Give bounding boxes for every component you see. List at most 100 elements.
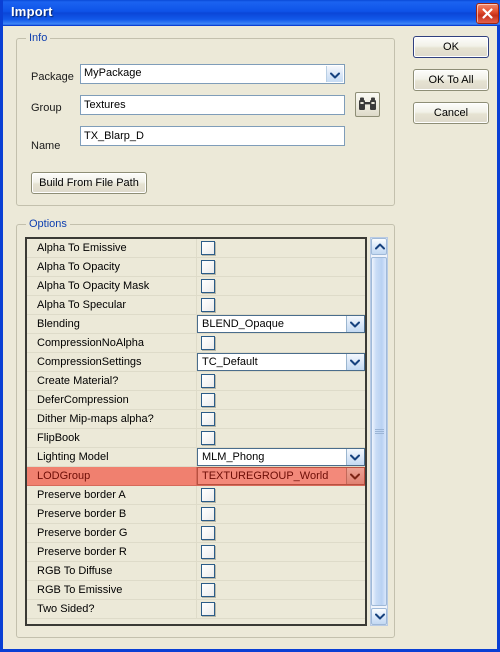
property-value-cell[interactable]	[197, 239, 365, 258]
property-combo[interactable]: TEXTUREGROUP_World	[197, 467, 365, 485]
property-checkbox[interactable]	[201, 564, 215, 578]
close-x-icon	[482, 8, 493, 19]
property-row[interactable]: Dither Mip-maps alpha?	[27, 410, 365, 429]
property-combo-dropdown-button[interactable]	[346, 354, 364, 370]
property-checkbox[interactable]	[201, 583, 215, 597]
property-value-cell[interactable]	[197, 486, 365, 505]
property-value-cell[interactable]: BLEND_Opaque	[197, 315, 365, 334]
package-dropdown-button[interactable]	[326, 66, 343, 82]
group-input[interactable]: Textures	[80, 95, 345, 115]
cancel-label: Cancel	[433, 107, 469, 119]
property-row[interactable]: Two Sided?	[27, 600, 365, 619]
cancel-button[interactable]: Cancel	[413, 102, 489, 124]
property-combo[interactable]: MLM_Phong	[197, 448, 365, 466]
property-checkbox[interactable]	[201, 336, 215, 350]
property-name-label: Preserve border R	[37, 546, 127, 558]
property-checkbox[interactable]	[201, 602, 215, 616]
property-combo[interactable]: BLEND_Opaque	[197, 315, 365, 333]
property-row[interactable]: Alpha To Emissive	[27, 239, 365, 258]
package-value: MyPackage	[84, 67, 142, 79]
options-property-grid[interactable]: Alpha To Emissive Alpha To Opacity Alpha T…	[25, 237, 367, 626]
property-value-cell[interactable]	[197, 600, 365, 619]
chevron-down-icon	[350, 454, 360, 461]
property-value-cell[interactable]: MLM_Phong	[197, 448, 365, 467]
property-value-cell[interactable]	[197, 524, 365, 543]
property-value-cell[interactable]: TEXTUREGROUP_World	[197, 467, 365, 486]
property-value-cell[interactable]	[197, 429, 365, 448]
property-value-cell[interactable]	[197, 391, 365, 410]
build-from-file-path-label: Build From File Path	[39, 177, 139, 189]
property-value-cell[interactable]	[197, 296, 365, 315]
property-value-cell[interactable]	[197, 410, 365, 429]
property-row[interactable]: FlipBook	[27, 429, 365, 448]
property-row[interactable]: Blending BLEND_Opaque	[27, 315, 365, 334]
property-name-label: Preserve border G	[37, 527, 128, 539]
binoculars-icon	[359, 97, 376, 110]
property-name-cell: Lighting Model	[27, 448, 197, 467]
property-combo[interactable]: TC_Default	[197, 353, 365, 371]
property-value-cell[interactable]	[197, 258, 365, 277]
property-combo-dropdown-button[interactable]	[346, 316, 364, 332]
scroll-down-button[interactable]	[371, 608, 387, 625]
property-checkbox[interactable]	[201, 298, 215, 312]
property-checkbox[interactable]	[201, 393, 215, 407]
property-combo-dropdown-button[interactable]	[346, 449, 364, 465]
build-from-file-path-button[interactable]: Build From File Path	[31, 172, 147, 194]
scrollbar-thumb[interactable]	[371, 257, 387, 606]
property-name-cell: Two Sided?	[27, 600, 197, 619]
package-combo[interactable]: MyPackage	[80, 64, 345, 84]
property-checkbox[interactable]	[201, 526, 215, 540]
property-value-cell[interactable]	[197, 581, 365, 600]
property-row[interactable]: Alpha To Specular	[27, 296, 365, 315]
property-row[interactable]: RGB To Emissive	[27, 581, 365, 600]
property-row[interactable]: Alpha To Opacity	[27, 258, 365, 277]
property-value-cell[interactable]	[197, 334, 365, 353]
property-checkbox[interactable]	[201, 279, 215, 293]
property-row[interactable]: LODGroup TEXTUREGROUP_World	[27, 467, 365, 486]
property-row[interactable]: Preserve border G	[27, 524, 365, 543]
ok-label: OK	[443, 41, 459, 53]
property-name-cell: Dither Mip-maps alpha?	[27, 410, 197, 429]
property-row[interactable]: Preserve border R	[27, 543, 365, 562]
property-row[interactable]: Lighting Model MLM_Phong	[27, 448, 365, 467]
property-row[interactable]: Preserve border A	[27, 486, 365, 505]
import-dialog: Import Info Package MyPackage Group Text…	[0, 0, 500, 652]
property-value-cell[interactable]	[197, 562, 365, 581]
property-value-cell[interactable]: TC_Default	[197, 353, 365, 372]
grip-lines-icon	[375, 428, 384, 437]
ok-to-all-button[interactable]: OK To All	[413, 69, 489, 91]
property-value-cell[interactable]	[197, 543, 365, 562]
property-checkbox[interactable]	[201, 241, 215, 255]
property-checkbox[interactable]	[201, 260, 215, 274]
property-row[interactable]: RGB To Diffuse	[27, 562, 365, 581]
property-checkbox[interactable]	[201, 431, 215, 445]
ok-button[interactable]: OK	[413, 36, 489, 58]
property-name-cell: Preserve border G	[27, 524, 197, 543]
property-checkbox[interactable]	[201, 488, 215, 502]
chevron-up-icon	[375, 243, 385, 250]
property-value-cell[interactable]	[197, 277, 365, 296]
property-value-cell[interactable]	[197, 372, 365, 391]
property-name-label: LODGroup	[37, 470, 91, 482]
property-row[interactable]: Create Material?	[27, 372, 365, 391]
close-button[interactable]	[476, 3, 499, 24]
options-scrollbar[interactable]	[370, 237, 388, 626]
property-row[interactable]: CompressionNoAlpha	[27, 334, 365, 353]
property-checkbox[interactable]	[201, 412, 215, 426]
property-name-label: Preserve border B	[37, 508, 127, 520]
property-checkbox[interactable]	[201, 374, 215, 388]
property-row[interactable]: DeferCompression	[27, 391, 365, 410]
property-name-cell: Preserve border A	[27, 486, 197, 505]
property-checkbox[interactable]	[201, 507, 215, 521]
property-row[interactable]: CompressionSettings TC_Default	[27, 353, 365, 372]
property-row[interactable]: Preserve border B	[27, 505, 365, 524]
scroll-up-button[interactable]	[371, 238, 387, 255]
name-input[interactable]: TX_Blarp_D	[80, 126, 345, 146]
property-value-cell[interactable]	[197, 505, 365, 524]
browse-group-button[interactable]	[355, 92, 380, 117]
chevron-down-icon	[375, 613, 385, 620]
property-name-label: CompressionSettings	[37, 356, 142, 368]
property-combo-dropdown-button[interactable]	[346, 468, 364, 484]
property-row[interactable]: Alpha To Opacity Mask	[27, 277, 365, 296]
property-checkbox[interactable]	[201, 545, 215, 559]
